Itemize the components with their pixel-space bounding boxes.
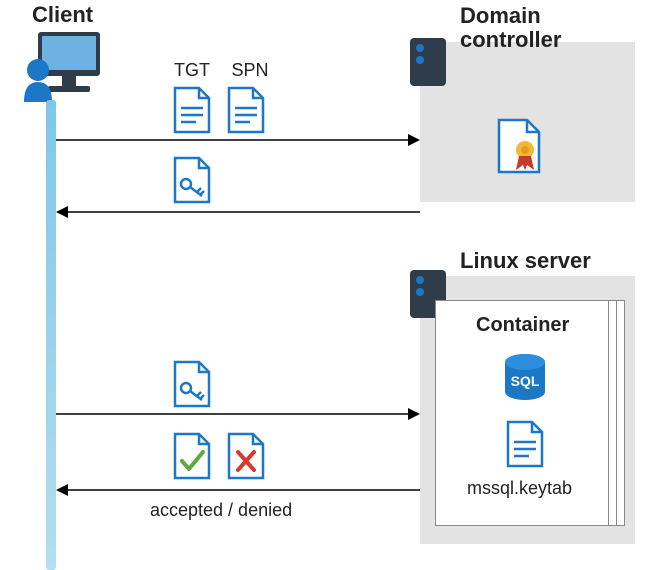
keytab-file-icon [505, 420, 545, 468]
arrow-right [56, 406, 420, 422]
document-icon [172, 86, 212, 134]
arrow-right [56, 132, 420, 148]
flow1-labels: TGT SPN [170, 60, 272, 81]
domain-controller-label: Domain controller [460, 4, 561, 52]
tgt-label: TGT [170, 60, 214, 81]
result-caption: accepted / denied [150, 500, 292, 521]
arrow-left [56, 204, 420, 220]
denied-doc-icon [226, 432, 266, 480]
diagram-stage: Client Domain controller [0, 0, 660, 558]
key-doc-icon [172, 360, 212, 408]
sql-tag-text: SQL [511, 373, 540, 389]
linux-server-label: Linux server [460, 248, 591, 274]
certificate-icon [495, 118, 543, 174]
document-icon [226, 86, 266, 134]
key-doc-icon [172, 156, 212, 204]
result-docs [172, 432, 266, 480]
flow1-docs [172, 86, 266, 134]
keytab-label: mssql.keytab [467, 478, 572, 499]
server-rack-icon [408, 36, 448, 88]
sql-database-icon: SQL [500, 352, 550, 406]
client-icon [24, 28, 108, 106]
arrow-left [56, 482, 420, 498]
container-label: Container [476, 314, 569, 337]
client-lifeline [46, 100, 56, 570]
accepted-doc-icon [172, 432, 212, 480]
spn-label: SPN [228, 60, 272, 81]
client-label: Client [32, 2, 93, 28]
